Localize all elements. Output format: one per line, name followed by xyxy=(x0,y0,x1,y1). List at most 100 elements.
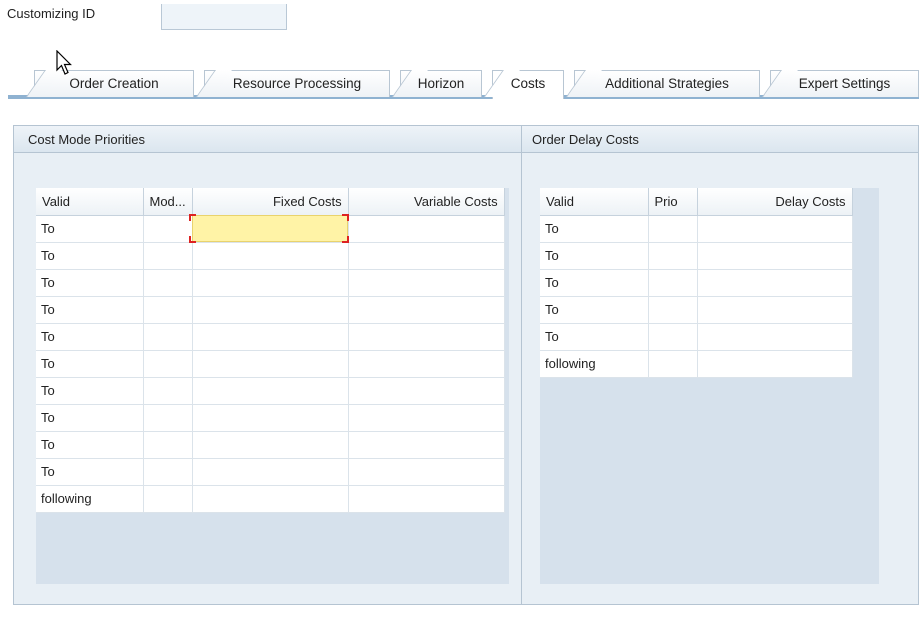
order-delay-costs-table: Valid Prio Delay Costs To To To To To fo… xyxy=(540,188,853,378)
tab-additional-strategies[interactable]: Additional Strategies xyxy=(574,70,760,97)
cell-delay-costs[interactable] xyxy=(697,215,853,243)
table-row: To xyxy=(36,458,505,486)
table-row: To xyxy=(36,242,505,270)
cell-fixed-costs[interactable] xyxy=(192,296,349,324)
cell-delay-costs[interactable] xyxy=(697,350,853,378)
cell-valid[interactable]: To xyxy=(540,296,649,324)
cell-mode[interactable] xyxy=(143,404,193,432)
cost-mode-priorities-title: Cost Mode Priorities xyxy=(14,126,521,153)
cell-prio[interactable] xyxy=(648,215,698,243)
cell-prio[interactable] xyxy=(648,242,698,270)
cell-valid[interactable]: To xyxy=(36,377,144,405)
column-header-variable-costs[interactable]: Variable Costs xyxy=(348,188,505,216)
table-row: To xyxy=(36,269,505,297)
customizing-id-field[interactable] xyxy=(161,4,287,30)
cell-valid[interactable]: following xyxy=(36,485,144,513)
table-header-row: Valid Mod... Fixed Costs Variable Costs xyxy=(36,188,505,216)
cell-variable-costs[interactable] xyxy=(348,458,505,486)
cell-valid[interactable]: To xyxy=(36,296,144,324)
table-row: To xyxy=(36,350,505,378)
table-row: following xyxy=(540,350,853,378)
group-divider xyxy=(521,126,522,605)
tab-expert-settings[interactable]: Expert Settings xyxy=(770,70,919,97)
cell-valid[interactable]: To xyxy=(36,431,144,459)
cell-variable-costs[interactable] xyxy=(348,485,505,513)
table-row: To xyxy=(36,323,505,351)
focus-corner-bottom-right xyxy=(342,236,349,243)
cell-valid[interactable]: To xyxy=(540,269,649,297)
cell-variable-costs[interactable] xyxy=(348,296,505,324)
cell-mode[interactable] xyxy=(143,350,193,378)
table-row: To xyxy=(36,215,505,243)
cell-valid[interactable]: To xyxy=(540,242,649,270)
cell-variable-costs[interactable] xyxy=(348,323,505,351)
table-row: To xyxy=(540,269,853,297)
cell-fixed-costs[interactable] xyxy=(192,242,349,270)
cell-variable-costs[interactable] xyxy=(348,242,505,270)
table-row: To xyxy=(540,215,853,243)
column-header-valid[interactable]: Valid xyxy=(540,188,649,216)
table-row: following xyxy=(36,485,505,513)
cell-valid[interactable]: To xyxy=(36,269,144,297)
cell-valid[interactable]: following xyxy=(540,350,649,378)
cell-fixed-costs[interactable] xyxy=(192,485,349,513)
cell-mode[interactable] xyxy=(143,458,193,486)
cell-delay-costs[interactable] xyxy=(697,242,853,270)
mouse-cursor-icon xyxy=(56,50,72,75)
cell-variable-costs[interactable] xyxy=(348,269,505,297)
cell-prio[interactable] xyxy=(648,350,698,378)
cost-mode-priorities-table: Valid Mod... Fixed Costs Variable Costs … xyxy=(36,188,505,513)
cell-mode[interactable] xyxy=(143,323,193,351)
cell-prio[interactable] xyxy=(648,269,698,297)
table-row: To xyxy=(540,242,853,270)
cell-delay-costs[interactable] xyxy=(697,269,853,297)
cell-valid[interactable]: To xyxy=(36,323,144,351)
cell-valid[interactable]: To xyxy=(36,350,144,378)
cell-mode[interactable] xyxy=(143,431,193,459)
cell-mode[interactable] xyxy=(143,296,193,324)
cell-valid[interactable]: To xyxy=(36,242,144,270)
cell-variable-costs[interactable] xyxy=(348,215,505,243)
column-header-delay-costs[interactable]: Delay Costs xyxy=(697,188,853,216)
cell-fixed-costs-selected[interactable] xyxy=(192,215,349,243)
cell-fixed-costs[interactable] xyxy=(192,269,349,297)
cell-valid[interactable]: To xyxy=(36,404,144,432)
cell-mode[interactable] xyxy=(143,215,193,243)
cell-valid[interactable]: To xyxy=(36,215,144,243)
table-header-row: Valid Prio Delay Costs xyxy=(540,188,853,216)
table-row: To xyxy=(36,404,505,432)
cell-delay-costs[interactable] xyxy=(697,296,853,324)
customizing-id-label: Customizing ID xyxy=(7,6,96,21)
cell-variable-costs[interactable] xyxy=(348,404,505,432)
cell-mode[interactable] xyxy=(143,269,193,297)
cell-fixed-costs[interactable] xyxy=(192,431,349,459)
cell-variable-costs[interactable] xyxy=(348,431,505,459)
cell-valid[interactable]: To xyxy=(540,323,649,351)
cell-mode[interactable] xyxy=(143,377,193,405)
table-row: To xyxy=(36,377,505,405)
cell-fixed-costs[interactable] xyxy=(192,323,349,351)
tab-horizon[interactable]: Horizon xyxy=(400,70,482,97)
cell-fixed-costs[interactable] xyxy=(192,458,349,486)
cell-fixed-costs[interactable] xyxy=(192,377,349,405)
tab-costs[interactable]: Costs xyxy=(492,70,564,99)
cell-fixed-costs[interactable] xyxy=(192,350,349,378)
column-header-mode[interactable]: Mod... xyxy=(143,188,193,216)
table-row: To xyxy=(540,323,853,351)
cell-fixed-costs[interactable] xyxy=(192,404,349,432)
column-header-fixed-costs[interactable]: Fixed Costs xyxy=(192,188,349,216)
focus-corner-bottom-left xyxy=(189,236,196,243)
column-header-prio[interactable]: Prio xyxy=(648,188,698,216)
cell-variable-costs[interactable] xyxy=(348,377,505,405)
cell-prio[interactable] xyxy=(648,323,698,351)
cell-delay-costs[interactable] xyxy=(697,323,853,351)
tab-resource-processing[interactable]: Resource Processing xyxy=(204,70,390,97)
cell-mode[interactable] xyxy=(143,485,193,513)
cell-variable-costs[interactable] xyxy=(348,350,505,378)
cell-valid-selected[interactable]: To xyxy=(540,215,649,243)
cell-prio[interactable] xyxy=(648,296,698,324)
column-header-valid[interactable]: Valid xyxy=(36,188,144,216)
cell-valid[interactable]: To xyxy=(36,458,144,486)
cell-mode[interactable] xyxy=(143,242,193,270)
table-row: To xyxy=(36,296,505,324)
